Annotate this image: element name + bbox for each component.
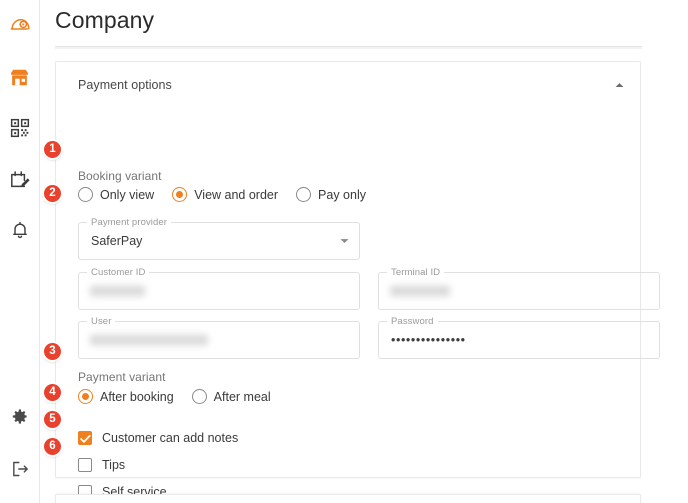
radio-only-view[interactable]: Only view (78, 187, 154, 202)
customer-id-field[interactable]: Customer ID (78, 272, 360, 310)
terminal-id-field[interactable]: Terminal ID (378, 272, 660, 310)
qr-code-icon (10, 118, 30, 138)
radio-after-meal[interactable]: After meal (192, 389, 271, 404)
payment-options-panel-header[interactable]: Payment options (56, 62, 640, 107)
radio-circle-checked-icon (78, 389, 93, 404)
gear-icon (10, 407, 29, 426)
sidebar-item-qr-code[interactable] (0, 108, 40, 148)
sidebar-item-settings[interactable] (0, 396, 40, 436)
terminal-id-label: Terminal ID (387, 267, 444, 278)
radio-label: View and order (194, 188, 278, 202)
logo-icon (9, 13, 31, 35)
annotation-badge-1: 1 (44, 141, 61, 158)
customer-can-add-notes-checkbox[interactable]: Customer can add notes (78, 431, 238, 445)
radio-circle-checked-icon (172, 187, 187, 202)
sidebar-item-notifications[interactable] (0, 210, 40, 250)
booking-variant-radio-group: Only view View and order Pay only (78, 187, 366, 202)
chevron-down-icon[interactable] (339, 236, 349, 246)
annotation-badge-5: 5 (44, 411, 61, 428)
checkbox-label: Customer can add notes (102, 431, 238, 445)
store-icon (9, 67, 30, 88)
user-label: User (87, 316, 115, 327)
radio-circle-icon (78, 187, 93, 202)
payment-provider-label: Payment provider (87, 217, 171, 228)
panel-title: Payment options (78, 78, 172, 92)
payment-variant-radio-group: After booking After meal (78, 389, 271, 404)
payment-provider-select[interactable]: Payment provider SaferPay (78, 222, 360, 260)
terminal-id-redacted-value (390, 286, 450, 297)
sidebar-item-store[interactable] (0, 57, 40, 97)
calendar-edit-icon (9, 169, 30, 190)
booking-variant-label: Booking variant (78, 169, 161, 183)
payment-options-panel: Payment options Booking variant Only vie… (55, 61, 641, 478)
logout-icon (10, 459, 30, 479)
chevron-up-icon[interactable] (612, 78, 626, 92)
sidebar-item-logo[interactable] (0, 4, 40, 44)
radio-after-booking[interactable]: After booking (78, 389, 174, 404)
radio-label: Pay only (318, 188, 366, 202)
sidebar-nav (0, 0, 40, 503)
next-panel-partial[interactable] (55, 494, 641, 503)
app-window: Company Payment options Booking variant (0, 0, 688, 503)
password-label: Password (387, 316, 438, 327)
sidebar-item-logout[interactable] (0, 449, 40, 489)
annotation-badge-6: 6 (44, 438, 61, 455)
radio-label: Only view (100, 188, 154, 202)
main-content: Company Payment options Booking variant (40, 0, 688, 503)
payment-provider-value: SaferPay (91, 234, 142, 248)
checkbox-checked-icon (78, 431, 92, 445)
radio-pay-only[interactable]: Pay only (296, 187, 366, 202)
title-divider (55, 46, 642, 47)
radio-circle-icon (192, 389, 207, 404)
page-title: Company (55, 7, 154, 34)
annotation-badge-3: 3 (44, 343, 61, 360)
radio-label: After booking (100, 390, 174, 404)
checkbox-label: Tips (102, 458, 125, 472)
radio-circle-icon (296, 187, 311, 202)
radio-view-and-order[interactable]: View and order (172, 187, 278, 202)
user-field[interactable]: User (78, 321, 360, 359)
sidebar-item-bookings[interactable] (0, 159, 40, 199)
customer-id-label: Customer ID (87, 267, 149, 278)
password-field[interactable]: Password ••••••••••••••• (378, 321, 660, 359)
user-redacted-value (90, 335, 208, 346)
payment-variant-label: Payment variant (78, 370, 165, 384)
password-masked-value: ••••••••••••••• (391, 333, 466, 347)
sidebar-bottom-group (0, 396, 40, 503)
radio-label: After meal (214, 390, 271, 404)
customer-id-redacted-value (90, 286, 145, 297)
sidebar-top-group (0, 0, 40, 250)
annotation-badge-4: 4 (44, 384, 61, 401)
checkbox-icon (78, 458, 92, 472)
annotation-badge-2: 2 (44, 185, 61, 202)
bell-icon (10, 220, 30, 240)
tips-checkbox[interactable]: Tips (78, 458, 125, 472)
